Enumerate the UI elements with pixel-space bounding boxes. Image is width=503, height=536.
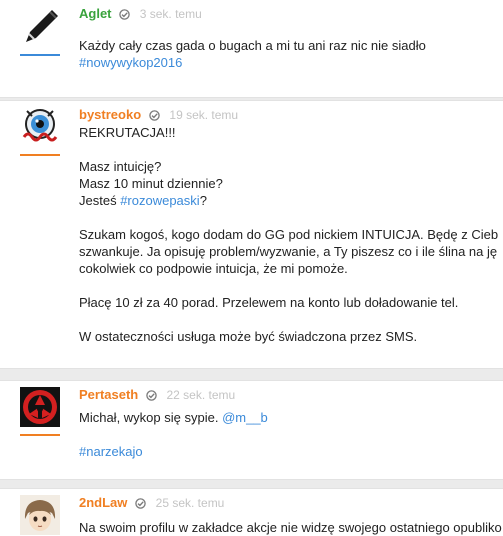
- entry-timestamp[interactable]: 22 sek. temu: [167, 388, 236, 402]
- entry-header: bystreoko 19 sek. temu: [79, 107, 238, 123]
- entry-header: Pertaseth 22 sek. temu: [79, 387, 235, 403]
- entry-pertaseth: Pertaseth 22 sek. temu Michał, wykop się…: [0, 380, 503, 480]
- verified-check-icon: [135, 498, 146, 509]
- entry-feed: Aglet 3 sek. temu Każdy cały czas gada o…: [0, 0, 503, 536]
- entry-timestamp[interactable]: 3 sek. temu: [140, 7, 202, 21]
- hashtag-link[interactable]: #narzekajo: [79, 444, 143, 459]
- entry-body: REKRUTACJA!!! Masz intuicję? Masz 10 min…: [79, 124, 498, 345]
- entry-body: Każdy cały czas gada o bugach a mi tu an…: [79, 37, 426, 71]
- entry-bystreoko: bystreoko 19 sek. temu REKRUTACJA!!! Mas…: [0, 100, 503, 369]
- entry-text-fragment: ?: [199, 193, 207, 208]
- entry-text-line: Masz 10 minut dziennie?: [79, 176, 223, 191]
- avatar-underline: [20, 154, 60, 156]
- author-name[interactable]: Pertaseth: [79, 387, 138, 402]
- red-triskelion-icon: [20, 387, 60, 427]
- eye-avatar-icon: [20, 107, 60, 147]
- anime-face-icon: [20, 495, 60, 535]
- avatar[interactable]: [20, 6, 60, 46]
- avatar[interactable]: [20, 495, 60, 535]
- entry-text-line: Masz intuicję?: [79, 159, 162, 174]
- entry-text-line: REKRUTACJA!!!: [79, 125, 176, 140]
- entry-text-line: Płacę 10 zł za 40 porad. Przelewem na ko…: [79, 295, 459, 310]
- pen-icon: [20, 6, 60, 46]
- entry-text-line: cokolwiek co podpowie intuicja, że mi po…: [79, 261, 348, 276]
- hashtag-link[interactable]: #rozowepaski: [120, 193, 200, 208]
- user-mention-link[interactable]: @m__b: [222, 410, 268, 425]
- entry-text-line: W ostateczności usługa może być świadczo…: [79, 329, 418, 344]
- author-name[interactable]: 2ndLaw: [79, 495, 127, 510]
- verified-check-icon: [146, 390, 157, 401]
- entry-aglet: Aglet 3 sek. temu Każdy cały czas gada o…: [0, 0, 503, 98]
- entry-text-line: Michał, wykop się sypie. @m__b: [79, 409, 268, 426]
- entry-text-line: Szukam kogoś, kogo dodam do GG pod nicki…: [79, 227, 499, 242]
- entry-header: Aglet 3 sek. temu: [79, 6, 202, 22]
- author-name[interactable]: bystreoko: [79, 107, 141, 122]
- entry-text-line: Na swoim profilu w zakładce akcje nie wi…: [79, 520, 502, 535]
- avatar[interactable]: [20, 107, 60, 147]
- entry-timestamp[interactable]: 19 sek. temu: [169, 108, 238, 122]
- entry-timestamp[interactable]: 25 sek. temu: [156, 496, 225, 510]
- entry-body: Na swoim profilu w zakładce akcje nie wi…: [79, 519, 502, 536]
- entry-text-line: Jesteś #rozowepaski?: [79, 192, 498, 209]
- entry-header: 2ndLaw 25 sek. temu: [79, 495, 224, 511]
- entry-text-line: Każdy cały czas gada o bugach a mi tu an…: [79, 38, 426, 53]
- hashtag-link[interactable]: #nowywykop2016: [79, 55, 182, 70]
- verified-check-icon: [119, 9, 130, 20]
- author-name[interactable]: Aglet: [79, 6, 112, 21]
- entry-text-line: szwankuje. Ja opisuję problem/wyzwanie, …: [79, 244, 498, 259]
- avatar-underline: [20, 434, 60, 436]
- avatar-underline: [20, 54, 60, 56]
- entry-text-fragment: Michał, wykop się sypie.: [79, 410, 223, 425]
- avatar[interactable]: [20, 387, 60, 427]
- entry-text-fragment: Jesteś: [79, 193, 121, 208]
- entry-body: Michał, wykop się sypie. @m__b #narzekaj…: [79, 409, 268, 460]
- verified-check-icon: [149, 110, 160, 121]
- entry-2ndlaw: 2ndLaw 25 sek. temu Na swoim profilu w z…: [0, 488, 503, 536]
